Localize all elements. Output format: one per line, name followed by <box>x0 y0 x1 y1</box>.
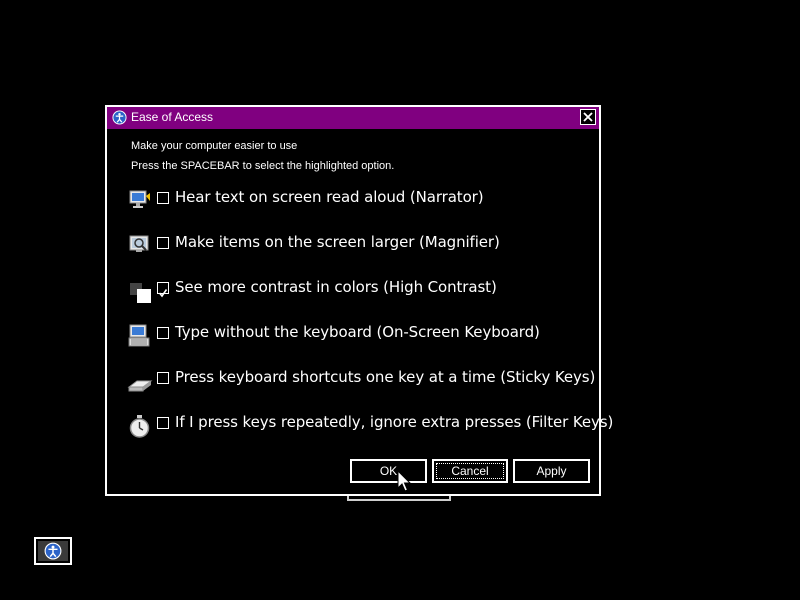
option-label-on-screen-keyboard: Type without the keyboard (On-Screen Key… <box>175 323 540 341</box>
option-sticky-keys[interactable]: Press keyboard shortcuts one key at a ti… <box>127 367 595 399</box>
intro-text: Make your computer easier to use <box>131 140 298 152</box>
ease-of-access-dialog: Ease of Access Make your computer easier… <box>105 105 613 496</box>
on-screen-keyboard-icon <box>128 324 150 347</box>
sticky-keys-icon <box>127 380 153 392</box>
checkbox-filter-keys[interactable] <box>157 417 169 429</box>
apply-button-label: Apply <box>536 464 567 478</box>
filter-keys-icon <box>129 415 150 438</box>
option-label-sticky-keys: Press keyboard shortcuts one key at a ti… <box>175 368 596 386</box>
cancel-button-label: Cancel <box>451 464 489 478</box>
title-bar[interactable]: Ease of Access <box>107 107 599 129</box>
checkmark-icon <box>158 289 168 298</box>
ease-of-access-icon <box>112 110 127 125</box>
option-high-contrast[interactable]: See more contrast in colors (High Contra… <box>127 277 587 309</box>
dialog-title: Ease of Access <box>131 110 214 124</box>
instruction-text: Press the SPACEBAR to select the highlig… <box>131 160 395 172</box>
close-button[interactable] <box>580 109 596 125</box>
option-magnifier[interactable]: Make items on the screen larger (Magnifi… <box>127 232 587 264</box>
option-label-narrator: Hear text on screen read aloud (Narrator… <box>175 188 484 206</box>
ease-of-access-tray-button[interactable] <box>34 537 72 565</box>
cancel-button[interactable]: Cancel <box>432 459 508 483</box>
checkbox-magnifier[interactable] <box>157 237 169 249</box>
checkbox-sticky-keys[interactable] <box>157 372 169 384</box>
mouse-cursor-icon <box>397 470 412 492</box>
apply-button[interactable]: Apply <box>513 459 590 483</box>
option-narrator[interactable]: Hear text on screen read aloud (Narrator… <box>127 187 587 219</box>
magnifier-icon <box>129 235 149 252</box>
high-contrast-icon <box>130 283 151 303</box>
option-on-screen-keyboard[interactable]: Type without the keyboard (On-Screen Key… <box>127 322 587 354</box>
option-label-magnifier: Make items on the screen larger (Magnifi… <box>175 233 500 251</box>
narrator-icon <box>129 190 150 208</box>
close-icon <box>583 112 593 122</box>
option-filter-keys[interactable]: If I press keys repeatedly, ignore extra… <box>127 412 613 444</box>
option-label-filter-keys: If I press keys repeatedly, ignore extra… <box>175 413 614 431</box>
checkbox-on-screen-keyboard[interactable] <box>157 327 169 339</box>
ok-button[interactable]: OK <box>350 459 427 483</box>
checkbox-high-contrast[interactable] <box>157 282 169 298</box>
checkbox-narrator[interactable] <box>157 192 169 204</box>
ok-button-label: OK <box>379 464 398 478</box>
ease-of-access-icon <box>44 542 62 560</box>
option-label-high-contrast: See more contrast in colors (High Contra… <box>175 278 497 296</box>
